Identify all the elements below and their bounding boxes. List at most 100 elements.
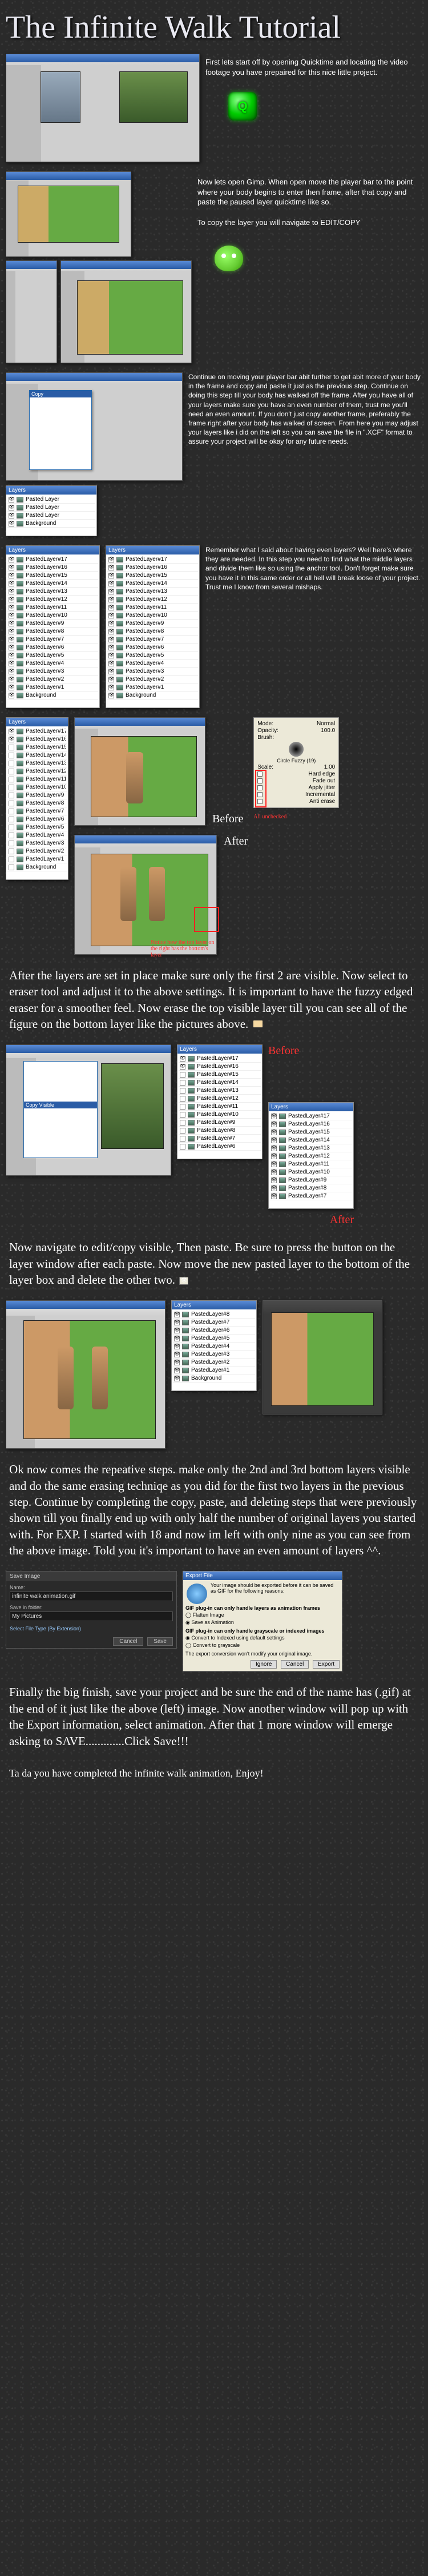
layer-visibility-icon[interactable] (108, 645, 114, 650)
layer-visibility-icon[interactable] (9, 685, 14, 690)
layer-row[interactable]: PastedLayer#5 (7, 823, 67, 831)
layer-row[interactable]: PastedLayer#17 (179, 1055, 261, 1063)
layer-visibility-icon[interactable] (108, 605, 114, 610)
layer-visibility-icon[interactable] (174, 1360, 180, 1365)
layer-visibility-icon[interactable] (9, 653, 14, 658)
layer-visibility-icon[interactable] (174, 1376, 180, 1381)
layer-visibility-icon[interactable] (9, 777, 14, 782)
layer-visibility-icon[interactable] (174, 1336, 180, 1341)
layer-visibility-icon[interactable] (180, 1144, 185, 1150)
save-cancel-button[interactable]: Cancel (113, 1637, 143, 1646)
layer-visibility-icon[interactable] (9, 865, 14, 870)
layer-visibility-icon[interactable] (174, 1368, 180, 1373)
layer-visibility-icon[interactable] (108, 685, 114, 690)
layer-row[interactable]: PastedLayer#9 (270, 1176, 352, 1184)
layer-visibility-icon[interactable] (180, 1072, 185, 1078)
layer-row[interactable]: PastedLayer#17 (270, 1112, 352, 1120)
layer-row[interactable]: PastedLayer#16 (270, 1120, 352, 1128)
export-indexed-option[interactable]: Convert to Indexed using default setting… (191, 1635, 284, 1641)
layer-visibility-icon[interactable] (9, 801, 14, 806)
layer-row[interactable]: PastedLayer#13 (7, 759, 67, 767)
layer-visibility-icon[interactable] (9, 825, 14, 830)
layer-row[interactable]: PastedLayer#12 (7, 596, 98, 604)
layer-row[interactable]: PastedLayer#7 (179, 1135, 261, 1143)
layer-row[interactable]: PastedLayer#3 (7, 839, 67, 847)
layer-visibility-icon[interactable] (180, 1056, 185, 1062)
layer-visibility-icon[interactable] (108, 573, 114, 578)
layer-row[interactable]: PastedLayer#7 (7, 807, 67, 815)
layer-visibility-icon[interactable] (271, 1122, 277, 1127)
layer-visibility-icon[interactable] (9, 857, 14, 862)
save-folder-input[interactable] (10, 1611, 173, 1621)
layer-row[interactable]: PastedLayer#2 (107, 676, 198, 684)
layer-row[interactable]: PastedLayer#6 (107, 644, 198, 652)
layer-row[interactable]: PastedLayer#8 (7, 628, 98, 636)
layer-row[interactable]: PastedLayer#17 (107, 556, 198, 564)
layer-row[interactable]: PastedLayer#11 (270, 1160, 352, 1168)
layer-row[interactable]: PastedLayer#12 (7, 767, 67, 775)
layer-row[interactable]: PastedLayer#17 (7, 556, 98, 564)
layer-visibility-icon[interactable] (108, 589, 114, 594)
layer-visibility-icon[interactable] (9, 597, 14, 602)
export-cancel-button[interactable]: Cancel (281, 1660, 309, 1669)
layer-row[interactable]: PastedLayer#16 (179, 1063, 261, 1071)
layer-visibility-icon[interactable] (108, 629, 114, 634)
layer-visibility-icon[interactable] (9, 613, 14, 618)
layer-row[interactable]: PastedLayer#13 (270, 1144, 352, 1152)
layer-visibility-icon[interactable] (9, 841, 14, 846)
layer-row[interactable]: PastedLayer#1 (173, 1367, 255, 1375)
layer-visibility-icon[interactable] (9, 793, 14, 798)
layer-row[interactable]: PastedLayer#3 (173, 1351, 255, 1359)
layer-visibility-icon[interactable] (108, 653, 114, 658)
layer-visibility-icon[interactable] (174, 1328, 180, 1333)
layer-row[interactable]: PastedLayer#6 (7, 644, 98, 652)
layer-row[interactable]: PastedLayer#5 (173, 1335, 255, 1343)
save-filetype-expander[interactable]: Select File Type (By Extension) (10, 1626, 173, 1631)
layer-row[interactable]: PastedLayer#5 (7, 652, 98, 660)
layer-visibility-icon[interactable] (180, 1096, 185, 1102)
layer-visibility-icon[interactable] (9, 833, 14, 838)
layer-row[interactable]: PastedLayer#16 (7, 736, 67, 744)
layer-row[interactable]: PastedLayer#9 (107, 620, 198, 628)
layer-visibility-icon[interactable] (9, 605, 14, 610)
layer-row[interactable]: PastedLayer#14 (7, 751, 67, 759)
layer-row[interactable]: PastedLayer#6 (7, 815, 67, 823)
layer-visibility-icon[interactable] (180, 1136, 185, 1142)
layer-row[interactable]: PastedLayer#14 (270, 1136, 352, 1144)
layer-visibility-icon[interactable] (180, 1088, 185, 1094)
layer-visibility-icon[interactable] (108, 565, 114, 570)
layer-visibility-icon[interactable] (108, 693, 114, 698)
export-flatten-option[interactable]: Flatten Image (193, 1612, 224, 1618)
layer-row[interactable]: PastedLayer#11 (107, 604, 198, 612)
layer-visibility-icon[interactable] (174, 1312, 180, 1317)
layer-row[interactable]: PastedLayer#15 (107, 572, 198, 580)
layer-row[interactable]: PastedLayer#13 (7, 588, 98, 596)
layer-row[interactable]: PastedLayer#1 (7, 855, 67, 863)
layer-row[interactable]: PastedLayer#9 (7, 620, 98, 628)
layer-row[interactable]: Background (7, 863, 67, 871)
layer-visibility-icon[interactable] (108, 581, 114, 586)
layer-row[interactable]: PastedLayer#2 (7, 676, 98, 684)
layer-row[interactable]: PastedLayer#8 (173, 1311, 255, 1319)
layer-row[interactable]: PastedLayer#7 (7, 636, 98, 644)
layer-row[interactable]: PastedLayer#15 (270, 1128, 352, 1136)
layer-visibility-icon[interactable] (108, 613, 114, 618)
layer-visibility-icon[interactable] (271, 1146, 277, 1151)
layer-row[interactable]: PastedLayer#14 (107, 580, 198, 588)
layer-visibility-icon[interactable] (9, 621, 14, 626)
layer-row[interactable]: PastedLayer#8 (107, 628, 198, 636)
layer-visibility-icon[interactable] (174, 1320, 180, 1325)
layer-row[interactable]: PastedLayer#3 (7, 668, 98, 676)
layer-visibility-icon[interactable] (180, 1128, 185, 1134)
layer-visibility-icon[interactable] (9, 753, 14, 758)
layer-visibility-icon[interactable] (9, 745, 14, 750)
layer-visibility-icon[interactable] (108, 637, 114, 642)
layer-visibility-icon[interactable] (9, 729, 14, 734)
layer-visibility-icon[interactable] (9, 761, 14, 766)
layer-visibility-icon[interactable] (9, 581, 14, 586)
layer-row[interactable]: PastedLayer#4 (7, 660, 98, 668)
layer-visibility-icon[interactable] (174, 1344, 180, 1349)
layer-row[interactable]: PastedLayer#11 (7, 604, 98, 612)
layer-visibility-icon[interactable] (271, 1178, 277, 1183)
layer-row[interactable]: PastedLayer#10 (7, 783, 67, 791)
